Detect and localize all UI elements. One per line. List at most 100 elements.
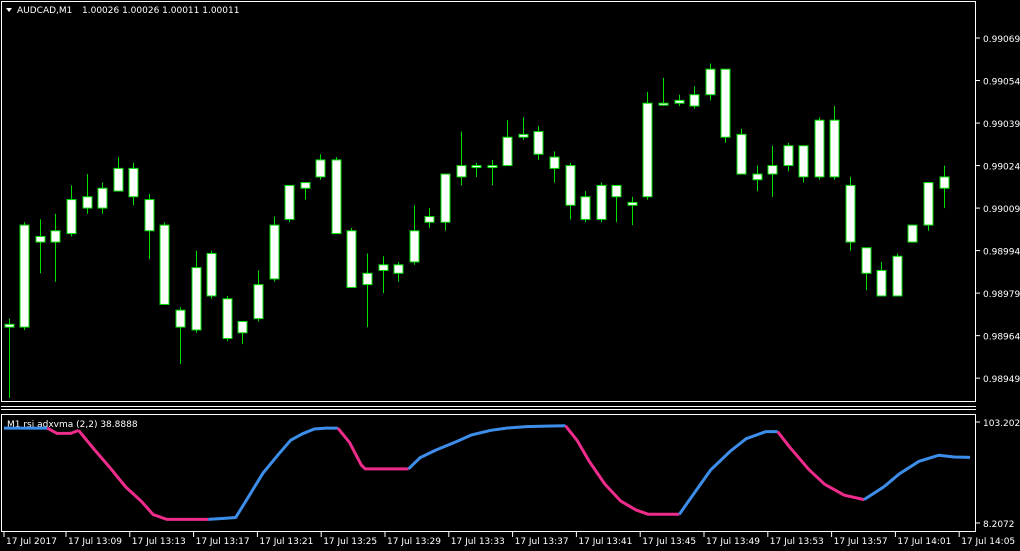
candle-body [892, 255, 903, 297]
candle-body [284, 184, 295, 220]
price-axis[interactable]: 0.99069 0.99054 0.99039 0.99024 0.99009 0.989… [976, 35, 1020, 385]
candle-body [50, 230, 61, 243]
time-axis-label: 17 Jul 13:49 [706, 537, 760, 547]
candle-body [424, 216, 435, 223]
candle-body [798, 145, 809, 178]
candle-body [97, 187, 108, 209]
candle [923, 182, 934, 231]
candle-body [4, 323, 15, 328]
price-axis-label: 0.99054 [983, 78, 1020, 88]
candle-body [206, 252, 217, 297]
candle [814, 117, 825, 180]
candle-body [300, 182, 311, 189]
candle-body [315, 159, 326, 178]
price-axis-label: 0.99069 [983, 35, 1020, 45]
candle-body [66, 199, 77, 235]
candle [907, 224, 918, 243]
time-axis-label: 17 Jul 13:13 [132, 537, 186, 547]
candle [284, 184, 295, 223]
indicator-axis-top-label: 103.202 [983, 419, 1020, 429]
candle [720, 68, 731, 143]
candle-body [533, 131, 544, 155]
price-axis-label: 0.98979 [983, 290, 1020, 300]
candle-body [736, 133, 747, 175]
candle-body [705, 68, 716, 96]
candle-body [82, 196, 93, 209]
candle-body [113, 167, 124, 192]
time-axis-label: 17 Jul 13:29 [387, 537, 441, 547]
candle-body [814, 119, 825, 178]
candle [798, 145, 809, 183]
candle-body [845, 184, 856, 243]
candle-body [346, 230, 357, 288]
candle-body [128, 167, 139, 198]
candle [642, 91, 653, 200]
price-axis-label: 0.99009 [983, 205, 1020, 215]
time-axis-label: 17 Jul 13:53 [770, 537, 824, 547]
candle [159, 222, 170, 305]
price-axis-label: 0.98949 [983, 375, 1020, 385]
candle-body [627, 201, 638, 206]
candle-body [596, 184, 607, 220]
time-axis-label: 17 Jul 13:21 [259, 537, 313, 547]
candle-body [19, 224, 30, 328]
candle-body [783, 145, 794, 167]
candle-body [191, 267, 202, 331]
time-axis-label: 17 Jul 13:45 [642, 537, 696, 547]
candle-body [331, 159, 342, 235]
candle-body [237, 320, 248, 334]
candle-body [144, 199, 155, 232]
candle [705, 63, 716, 101]
candle-body [611, 184, 622, 198]
candle-body [159, 224, 170, 305]
time-axis-label: 17 Jul 13:17 [196, 537, 250, 547]
time-axis-label: 17 Jul 14:01 [897, 537, 951, 547]
candle-body [487, 165, 498, 169]
chart-canvas[interactable]: AUDCAD,M1 1.00026 1.00026 1.00011 1.0001… [0, 0, 1020, 551]
candle-body [222, 298, 233, 339]
candle [206, 250, 217, 299]
candle [19, 222, 30, 330]
header: AUDCAD,M1 1.00026 1.00026 1.00011 1.0001… [6, 6, 239, 16]
time-axis-label: 17 Jul 14:05 [961, 537, 1015, 547]
candle-body [269, 224, 280, 280]
candle-body [456, 165, 467, 178]
candle-body [502, 136, 513, 167]
candle [892, 253, 903, 297]
candle [331, 157, 342, 235]
candle-body [565, 165, 576, 206]
candle-body [253, 284, 264, 320]
candle-body [658, 102, 669, 106]
time-axis-label: 17 Jul 13:33 [451, 537, 505, 547]
candle [346, 227, 357, 288]
price-axis-label: 0.98994 [983, 248, 1020, 258]
candle [269, 216, 280, 282]
candle [736, 128, 747, 175]
time-axis-label: 17 Jul 13:57 [834, 537, 888, 547]
candle [596, 182, 607, 223]
candle-body [674, 99, 685, 104]
candle-body [829, 119, 840, 178]
candle-body [752, 173, 763, 181]
price-axis-label: 0.99024 [983, 163, 1020, 173]
candle-body [861, 247, 872, 274]
time-axis-label: 17 Jul 2017 [6, 537, 57, 547]
candle-body [518, 133, 529, 138]
ohlc-readout: 1.00026 1.00026 1.00011 1.00011 [82, 6, 239, 16]
price-axis-label: 0.99039 [983, 120, 1020, 130]
candle-body [409, 230, 420, 263]
candle-body [175, 309, 186, 328]
candle-body [440, 173, 451, 223]
candle-body [362, 272, 373, 286]
candle-body [923, 182, 934, 226]
candle-body [549, 156, 560, 169]
candle-body [767, 165, 778, 175]
candle-body [720, 68, 731, 138]
candle-body [580, 196, 591, 220]
time-axis-label: 17 Jul 13:25 [323, 537, 377, 547]
candle-body [378, 264, 389, 271]
candle [845, 176, 856, 251]
candle-body [393, 264, 404, 274]
candle-body [907, 224, 918, 243]
candle [440, 173, 451, 231]
